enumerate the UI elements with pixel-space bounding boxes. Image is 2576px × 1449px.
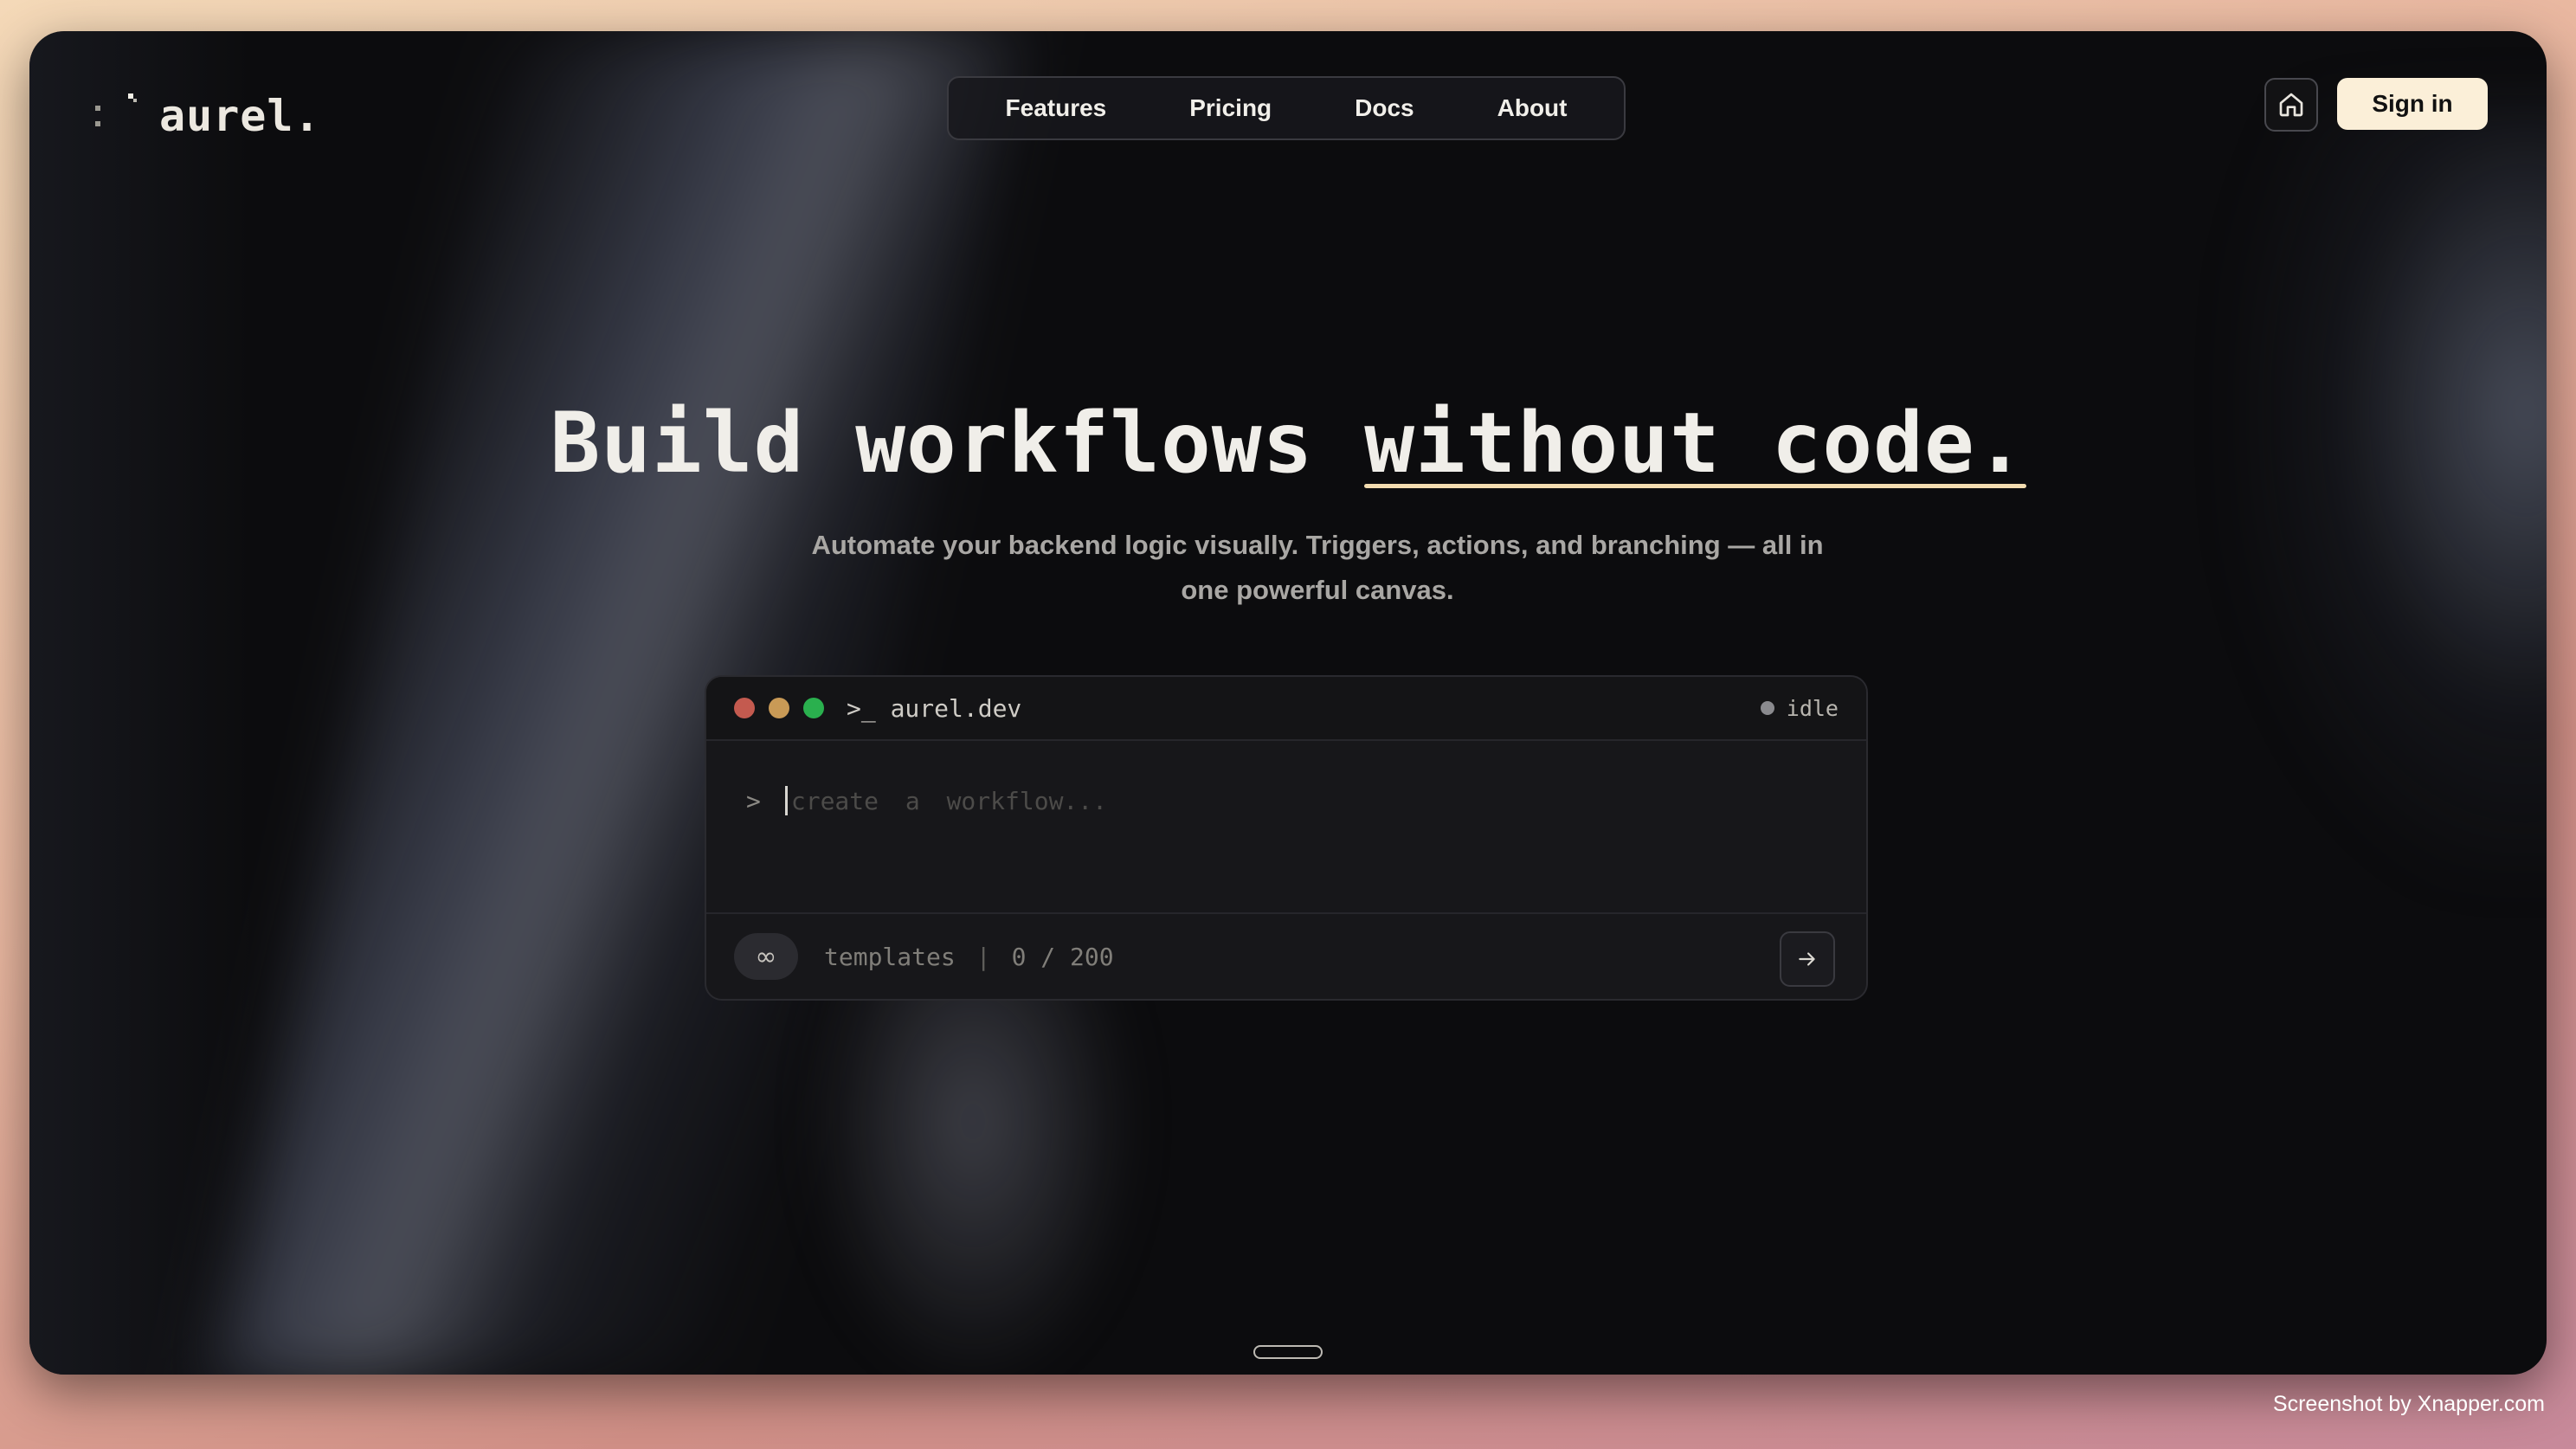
- nav-pricing[interactable]: Pricing: [1148, 94, 1313, 122]
- status-text: idle: [1786, 695, 1839, 721]
- minimize-dot-icon: [769, 698, 789, 718]
- prompt-line[interactable]: > create a workflow...: [746, 786, 1107, 815]
- infinity-button[interactable]: ∞: [734, 933, 798, 980]
- workflow-input-placeholder[interactable]: create a workflow...: [791, 787, 1107, 815]
- char-counter: 0 / 200: [1011, 942, 1114, 971]
- app-window: aurel. Features Pricing Docs About Sign …: [29, 31, 2547, 1375]
- text-caret: [784, 786, 788, 815]
- templates-link[interactable]: templates: [824, 943, 956, 971]
- prompt-input-area[interactable]: > create a workflow...: [706, 741, 1866, 914]
- moon-logo-icon: [88, 88, 144, 144]
- close-dot-icon: [734, 698, 755, 718]
- sign-in-button[interactable]: Sign in: [2337, 78, 2488, 130]
- background-glow: [29, 31, 254, 1375]
- home-icon: [2279, 93, 2303, 117]
- status-dot-icon: [1760, 701, 1774, 715]
- scroll-handle[interactable]: [1253, 1345, 1323, 1359]
- terminal-title: >_ aurel.dev: [847, 693, 1022, 723]
- nav-about[interactable]: About: [1456, 94, 1609, 122]
- status-badge: idle: [1760, 677, 1839, 739]
- hero-title-main: Build workflows: [550, 395, 1365, 492]
- nav-docs[interactable]: Docs: [1313, 94, 1455, 122]
- arrow-right-icon: [1799, 952, 1815, 966]
- hero-title: Build workflows without code.: [29, 395, 2547, 492]
- footer-separator: |: [976, 942, 991, 971]
- brand-name: aurel.: [159, 91, 321, 141]
- logo[interactable]: aurel.: [88, 88, 321, 144]
- send-button[interactable]: [1780, 931, 1835, 987]
- terminal-titlebar: >_ aurel.dev idle: [706, 677, 1866, 741]
- hero-title-accent: without code.: [1364, 395, 2026, 492]
- screenshot-credit: Screenshot by Xnapper.com: [2272, 1392, 2545, 1416]
- main-nav: Features Pricing Docs About: [947, 76, 1626, 140]
- hero-subtitle: Automate your backend logic visually. Tr…: [811, 530, 1824, 605]
- workflow-prompt-card: >_ aurel.dev idle > create a workflow...…: [705, 675, 1868, 1001]
- home-button[interactable]: [2264, 78, 2318, 132]
- prompt-symbol: >: [746, 786, 761, 815]
- maximize-dot-icon: [803, 698, 824, 718]
- terminal-footer: ∞ templates | 0 / 200: [706, 914, 1866, 999]
- nav-features[interactable]: Features: [964, 94, 1149, 122]
